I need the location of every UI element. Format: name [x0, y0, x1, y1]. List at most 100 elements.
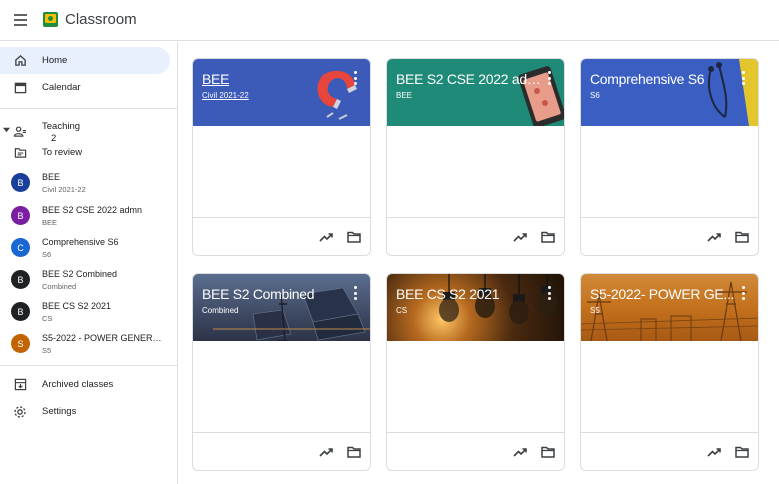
archive-icon [13, 378, 27, 392]
class-card[interactable]: BEE Civil 2021-22 [192, 58, 371, 256]
class-card[interactable]: Comprehensive S6 S6 [580, 58, 759, 256]
earphones-illustration-icon [707, 59, 758, 126]
folder-icon[interactable] [734, 229, 750, 245]
class-card-footer [193, 217, 370, 255]
more-options-icon[interactable] [352, 71, 358, 85]
home-icon [13, 54, 27, 68]
sidebar-class-item[interactable]: B BEE CS S2 2021 CS [0, 297, 170, 329]
class-card-subtitle: BEE [396, 91, 413, 100]
folder-icon[interactable] [540, 229, 556, 245]
more-options-icon[interactable] [546, 71, 552, 85]
class-card-title[interactable]: BEE CS S2 2021 [396, 286, 499, 302]
sidebar-item-home[interactable]: Home [0, 47, 170, 74]
class-avatar: B [11, 206, 30, 225]
class-card-title[interactable]: BEE S2 Combined [202, 286, 314, 302]
classroom-logo-icon[interactable] [43, 12, 58, 27]
trending-up-icon[interactable] [318, 229, 334, 245]
class-card-banner[interactable]: Comprehensive S6 S6 [581, 59, 758, 126]
class-card-footer [581, 432, 758, 470]
class-section: Civil 2021-22 [42, 185, 86, 194]
gear-icon [13, 405, 27, 419]
class-name: BEE S2 Combined [42, 269, 118, 279]
class-name: Comprehensive S6 [42, 237, 119, 247]
trending-up-icon[interactable] [706, 444, 722, 460]
sidebar-class-item[interactable]: C Comprehensive S6 S6 [0, 233, 170, 265]
class-avatar: S [11, 334, 30, 353]
sidebar-item-label: To review [42, 147, 83, 158]
class-section: BEE [42, 218, 58, 227]
folder-icon[interactable] [346, 229, 362, 245]
class-card-banner[interactable]: BEE CS S2 2021 CS [387, 274, 564, 341]
class-section: S6 [42, 250, 52, 259]
sidebar-item-label: Teaching [42, 121, 81, 132]
class-card-subtitle: S6 [590, 91, 600, 100]
sidebar-divider [0, 108, 178, 109]
folder-icon[interactable] [734, 444, 750, 460]
folder-icon[interactable] [540, 444, 556, 460]
class-name: S5-2022 - POWER GENERATI... [42, 333, 166, 343]
class-avatar: C [11, 238, 30, 257]
class-card[interactable]: BEE S2 CSE 2022 admn BEE [386, 58, 565, 256]
class-card-banner[interactable]: BEE S2 CSE 2022 admn BEE [387, 59, 564, 126]
trending-up-icon[interactable] [512, 444, 528, 460]
class-card-footer [193, 432, 370, 470]
class-card-title[interactable]: S5-2022- POWER GE... [590, 286, 734, 302]
main-menu-button[interactable] [10, 10, 30, 30]
class-card[interactable]: S5-2022- POWER GE... S5 [580, 273, 759, 471]
class-card-title[interactable]: BEE S2 CSE 2022 admn [396, 71, 541, 87]
class-card-footer [581, 217, 758, 255]
sidebar-item-label: Settings [42, 406, 77, 417]
more-options-icon[interactable] [352, 286, 358, 300]
sidebar-class-item[interactable]: B BEE S2 CSE 2022 admn BEE [0, 201, 170, 233]
sidebar-item-settings[interactable]: Settings [0, 398, 170, 425]
power-substation-illustration-icon [581, 281, 758, 341]
trending-up-icon[interactable] [706, 229, 722, 245]
sidebar-item-label: Home [42, 55, 68, 66]
to-review-icon [13, 146, 27, 160]
sidebar-class-item[interactable]: S S5-2022 - POWER GENERATI... S5 [0, 329, 170, 361]
sidebar-item-label: Archived classes [42, 379, 114, 390]
caret-down-icon [3, 127, 10, 133]
more-options-icon[interactable] [546, 286, 552, 300]
class-name: BEE S2 CSE 2022 admn [42, 205, 143, 215]
sidebar-item-label: Calendar [42, 82, 81, 93]
calendar-icon [13, 81, 27, 95]
class-card[interactable]: BEE S2 Combined Combined [192, 273, 371, 471]
class-card-banner[interactable]: BEE Civil 2021-22 [193, 59, 370, 126]
class-section: Combined [42, 282, 77, 291]
folder-icon[interactable] [346, 444, 362, 460]
class-card[interactable]: BEE CS S2 2021 CS [386, 273, 565, 471]
class-card-banner[interactable]: BEE S2 Combined Combined [193, 274, 370, 341]
sidebar-item-to-review[interactable]: To review [0, 139, 170, 166]
class-avatar: B [11, 270, 30, 289]
class-card-title[interactable]: Comprehensive S6 [590, 71, 704, 87]
class-name: BEE [42, 172, 61, 182]
more-options-icon[interactable] [740, 71, 746, 85]
class-section: CS [42, 314, 53, 323]
sidebar: Home Calendar Teaching 2 To review B BEE… [0, 42, 178, 484]
sidebar-divider [0, 365, 178, 366]
class-card-subtitle: Combined [202, 306, 239, 315]
app-title[interactable]: Classroom [65, 11, 137, 28]
sidebar-item-calendar[interactable]: Calendar [0, 74, 170, 101]
class-avatar: B [11, 173, 30, 192]
class-card-footer [387, 217, 564, 255]
trending-up-icon[interactable] [318, 444, 334, 460]
class-card-footer [387, 432, 564, 470]
class-card-subtitle: Civil 2021-22 [202, 91, 249, 100]
class-card-banner[interactable]: S5-2022- POWER GE... S5 [581, 274, 758, 341]
more-options-icon[interactable] [740, 286, 746, 300]
top-app-bar: Classroom [0, 0, 779, 41]
trending-up-icon[interactable] [512, 229, 528, 245]
class-card-subtitle: S5 [590, 306, 600, 315]
class-avatar: B [11, 302, 30, 321]
sidebar-class-item[interactable]: B BEE Civil 2021-22 [0, 168, 170, 200]
class-name: BEE CS S2 2021 [42, 301, 112, 311]
light-bulbs-illustration-icon [439, 274, 557, 324]
class-card-title[interactable]: BEE [202, 71, 229, 87]
class-card-subtitle: CS [396, 306, 408, 315]
teaching-icon [13, 124, 27, 138]
class-section: S5 [42, 346, 52, 355]
sidebar-item-archived[interactable]: Archived classes [0, 371, 170, 398]
sidebar-class-item[interactable]: B BEE S2 Combined Combined [0, 265, 170, 297]
